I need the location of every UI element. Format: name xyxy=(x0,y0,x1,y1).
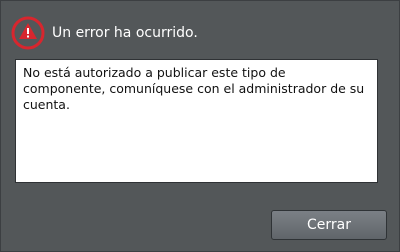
dialog-title: Un error ha ocurrido. xyxy=(52,25,198,41)
dialog-header: Un error ha ocurrido. xyxy=(11,16,198,50)
close-button[interactable]: Cerrar xyxy=(271,210,387,240)
warning-icon xyxy=(11,16,45,50)
error-dialog: Un error ha ocurrido. No está autorizado… xyxy=(0,0,400,252)
error-message: No está autorizado a publicar este tipo … xyxy=(15,59,378,183)
